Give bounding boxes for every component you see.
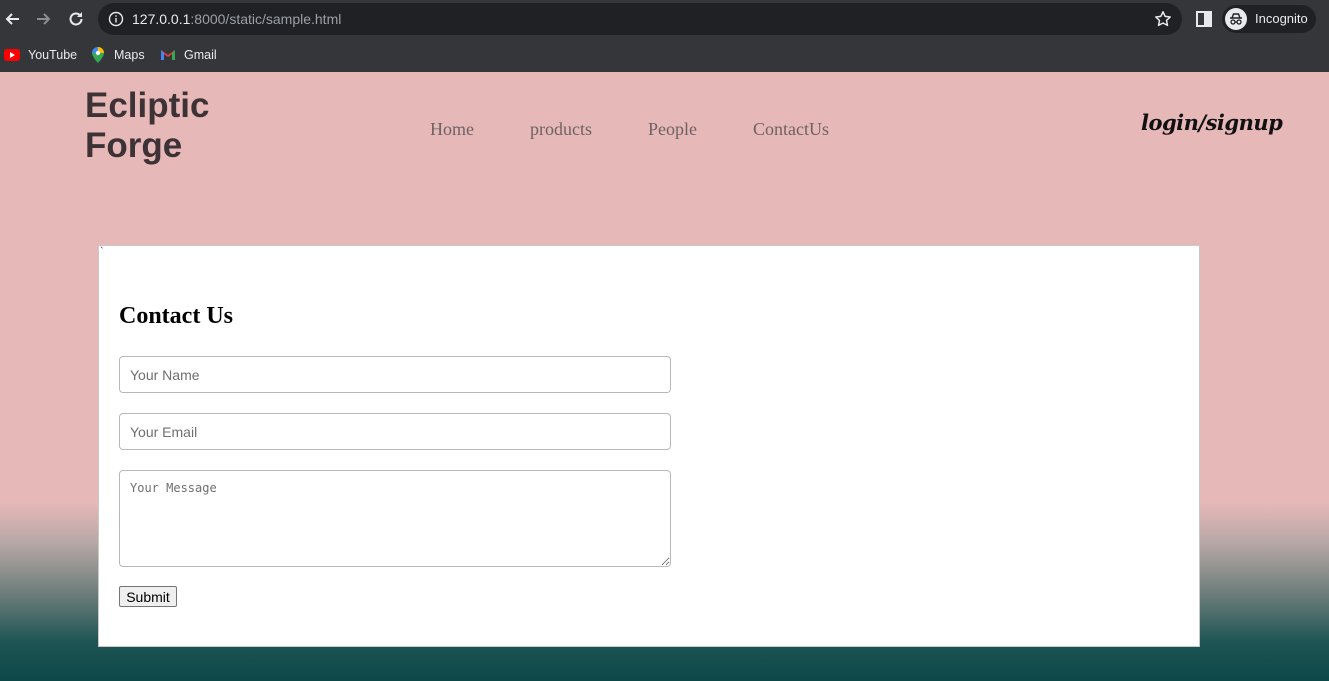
youtube-icon <box>4 47 20 63</box>
bookmark-youtube[interactable]: YouTube <box>4 45 77 65</box>
bookmarks-bar: YouTube Maps Gmail <box>0 40 1329 68</box>
nav-people[interactable]: People <box>648 119 697 140</box>
nav-contact-us[interactable]: ContactUs <box>753 119 829 140</box>
bookmark-gmail[interactable]: Gmail <box>160 45 217 65</box>
browser-toolbar: 127.0.0.1:8000/static/sample.html Incogn… <box>0 0 1329 38</box>
forward-arrow-icon[interactable] <box>32 7 56 31</box>
bookmark-label: YouTube <box>28 48 78 62</box>
url-host: 127.0.0.1 <box>132 11 191 27</box>
stray-mark: ` <box>100 246 104 258</box>
page-content: Ecliptic Forge Home products People Cont… <box>0 72 1329 681</box>
brand-line-1: Ecliptic <box>85 86 210 125</box>
site-brand[interactable]: Ecliptic Forge <box>85 86 209 166</box>
email-input[interactable] <box>119 413 671 450</box>
brand-line-2: Forge <box>85 126 183 165</box>
message-textarea[interactable] <box>119 470 671 567</box>
reload-icon[interactable] <box>64 7 88 31</box>
info-icon[interactable] <box>108 11 124 27</box>
bookmark-label: Maps <box>114 48 145 62</box>
incognito-profile-button[interactable]: Incognito <box>1222 5 1316 33</box>
star-icon[interactable] <box>1154 10 1172 28</box>
submit-button[interactable]: Submit <box>119 586 177 607</box>
bookmark-maps[interactable]: Maps <box>90 45 145 65</box>
maps-pin-icon <box>90 47 106 63</box>
incognito-icon <box>1225 8 1247 30</box>
login-signup-link[interactable]: login/signup <box>1141 110 1283 135</box>
contact-heading: Contact Us <box>119 303 233 329</box>
name-input[interactable] <box>119 356 671 393</box>
gmail-icon <box>160 47 176 63</box>
contact-card: ` Contact Us Submit <box>98 245 1200 647</box>
browser-chrome: 127.0.0.1:8000/static/sample.html Incogn… <box>0 0 1329 72</box>
nav-home[interactable]: Home <box>430 119 474 140</box>
back-arrow-icon[interactable] <box>0 7 24 31</box>
address-bar[interactable]: 127.0.0.1:8000/static/sample.html <box>98 3 1182 35</box>
address-url[interactable]: 127.0.0.1:8000/static/sample.html <box>132 11 341 27</box>
profile-label: Incognito <box>1255 11 1308 26</box>
nav-products[interactable]: products <box>530 119 592 140</box>
bookmark-label: Gmail <box>184 48 217 62</box>
side-panel-icon[interactable] <box>1194 9 1214 29</box>
url-path: :8000/static/sample.html <box>190 11 342 27</box>
